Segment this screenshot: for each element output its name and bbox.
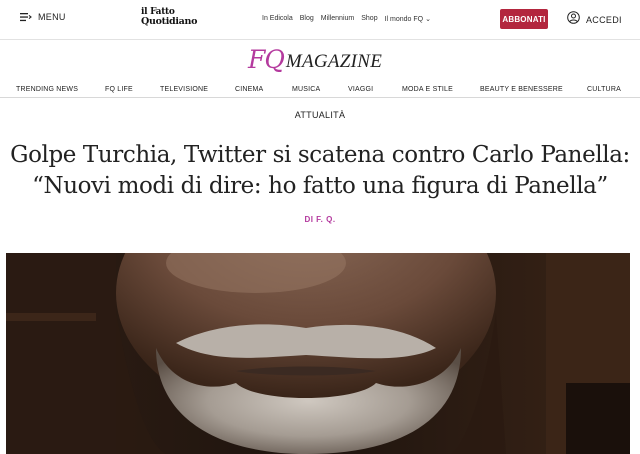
article-byline[interactable]: DI F. Q.: [0, 215, 640, 224]
section-nav: TRENDING NEWS FQ LIFE TELEVISIONE CINEMA…: [0, 84, 640, 98]
menu-button[interactable]: MENU: [20, 12, 66, 22]
section-musica[interactable]: MUSICA: [292, 86, 320, 93]
top-link-blog[interactable]: Blog: [300, 15, 314, 23]
article-category[interactable]: ATTUALITÀ: [0, 110, 640, 120]
section-beauty-e-benessere[interactable]: BEAUTY E BENESSERE: [480, 86, 563, 93]
fq-magazine-logo[interactable]: FQ MAGAZINE: [248, 47, 382, 73]
login-label: ACCEDI: [586, 15, 622, 25]
logo-magazine: MAGAZINE: [285, 51, 383, 72]
top-link-mondo-fq-label: Il mondo FQ: [384, 16, 424, 23]
section-cultura[interactable]: CULTURA: [587, 86, 621, 93]
section-fq-life[interactable]: FQ LIFE: [105, 86, 133, 93]
section-viaggi[interactable]: VIAGGI: [348, 86, 373, 93]
section-cinema[interactable]: CINEMA: [235, 86, 263, 93]
subscribe-button[interactable]: ABBONATI: [500, 9, 548, 29]
ilfattoquotidiano-logo[interactable]: il Fatto Quotidiano: [141, 8, 198, 27]
article-title-line1: Golpe Turchia, Twitter si scatena contro…: [10, 142, 630, 168]
section-trending-news[interactable]: TRENDING NEWS: [16, 86, 78, 93]
logo-line2: Quotidiano: [141, 16, 198, 27]
top-link-mondo-fq[interactable]: Il mondo FQ ⌄: [385, 15, 431, 23]
section-televisione[interactable]: TELEVISIONE: [160, 86, 208, 93]
menu-label: MENU: [38, 12, 66, 22]
section-moda-e-stile[interactable]: MODA E STILE: [402, 86, 453, 93]
article-hero-image: [6, 253, 630, 454]
article-title-line2: “Nuovi modi di dire: ho fatto una figura…: [32, 173, 608, 199]
user-icon: [567, 11, 580, 29]
login-button[interactable]: ACCEDI: [567, 11, 622, 29]
chevron-down-icon: ⌄: [425, 16, 431, 23]
top-link-in-edicola[interactable]: In Edicola: [262, 15, 293, 23]
logo-fq: FQ: [248, 45, 285, 74]
top-link-millennium[interactable]: Millennium: [321, 15, 354, 23]
menu-icon[interactable]: [20, 12, 32, 22]
top-links: In Edicola Blog Millennium Shop Il mondo…: [262, 15, 431, 23]
top-link-shop[interactable]: Shop: [361, 15, 377, 23]
article-title: Golpe Turchia, Twitter si scatena contro…: [0, 140, 640, 202]
top-bar: MENU il Fatto Quotidiano In Edicola Blog…: [0, 0, 640, 40]
